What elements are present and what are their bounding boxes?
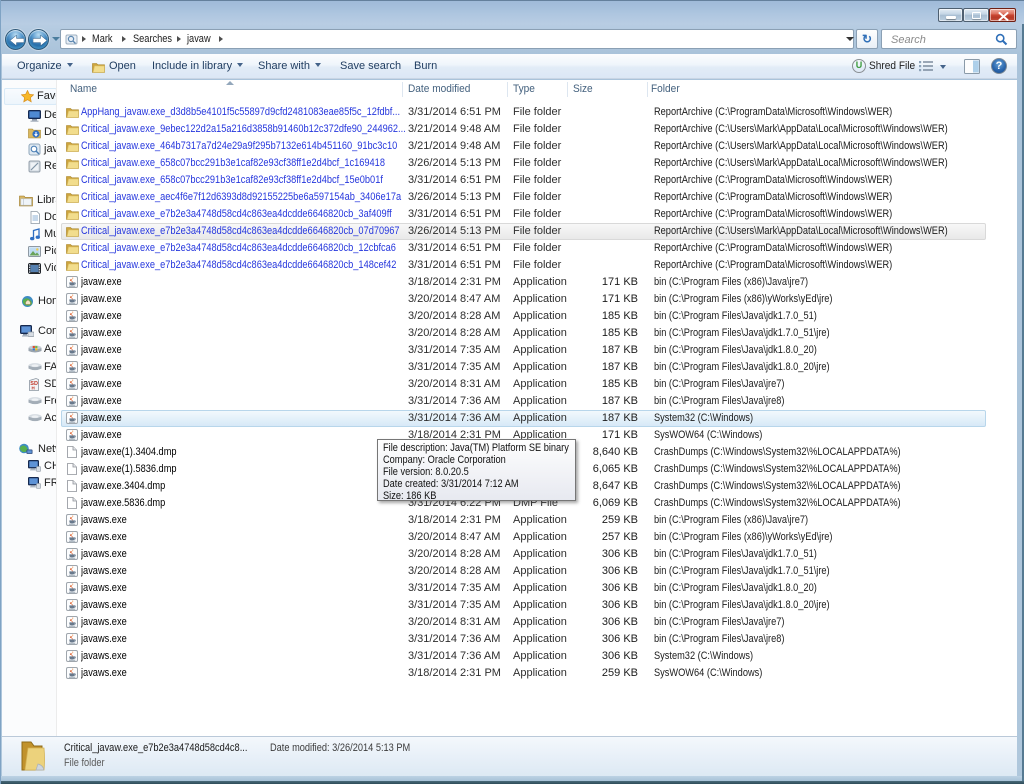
svg-text:H: H xyxy=(32,386,35,391)
